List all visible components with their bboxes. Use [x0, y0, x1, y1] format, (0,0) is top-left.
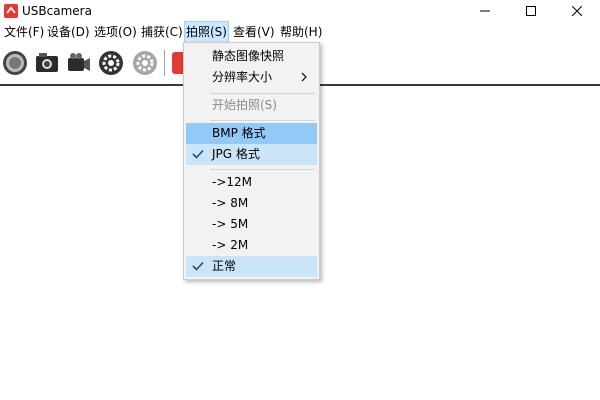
- menu-item-label: JPG 格式: [212, 147, 260, 161]
- menu-item-label: -> 8M: [212, 196, 249, 210]
- menu-item-bmp-format[interactable]: BMP 格式: [186, 123, 317, 144]
- menu-options[interactable]: 选项(O): [94, 22, 137, 42]
- menu-item-label: 分辨率大小: [212, 70, 273, 84]
- maximize-button[interactable]: [508, 0, 554, 22]
- minimize-button[interactable]: [462, 0, 508, 22]
- menu-item-2m[interactable]: -> 2M: [186, 235, 317, 256]
- usbcamera-app-icon: [4, 4, 18, 18]
- menu-item-resolution-size[interactable]: 分辨率大小: [186, 67, 317, 88]
- menu-item-start-snapshot: 开始拍照(S): [186, 95, 317, 116]
- menu-help[interactable]: 帮助(H): [280, 22, 322, 42]
- menu-item-label: 开始拍照(S): [212, 98, 277, 112]
- record-button-icon[interactable]: [2, 50, 28, 76]
- submenu-chevron-right-icon: [301, 72, 307, 82]
- menu-snapshot[interactable]: 拍照(S): [184, 21, 229, 43]
- menu-item-label: BMP 格式: [212, 126, 266, 140]
- settings-gear-icon[interactable]: [98, 50, 124, 76]
- menu-item-label: -> 2M: [212, 238, 249, 252]
- checkmark-icon: [192, 261, 204, 271]
- menu-item-still-image-snapshot[interactable]: 静态图像快照: [186, 46, 317, 67]
- menu-separator: [210, 169, 315, 170]
- close-button[interactable]: [554, 0, 600, 22]
- menu-separator: [210, 120, 315, 121]
- menu-item-label: 静态图像快照: [212, 49, 285, 63]
- minimize-icon: [480, 10, 490, 12]
- menu-item-label: 正常: [212, 259, 237, 273]
- menu-file[interactable]: 文件(F): [4, 22, 44, 42]
- menu-bar: 文件(F) 设备(D) 选项(O) 捕获(C) 拍照(S) 查看(V) 帮助(H…: [0, 21, 600, 43]
- maximize-icon: [526, 6, 536, 16]
- settings-gear-disabled-icon: [133, 51, 157, 75]
- menu-capture[interactable]: 捕获(C): [141, 22, 183, 42]
- menu-item-normal[interactable]: 正常: [186, 256, 317, 277]
- menu-view[interactable]: 查看(V): [233, 22, 275, 42]
- video-camera-icon[interactable]: [66, 50, 92, 76]
- menu-device[interactable]: 设备(D): [47, 22, 90, 42]
- menu-item-12m[interactable]: ->12M: [186, 172, 317, 193]
- menu-item-8m[interactable]: -> 8M: [186, 193, 317, 214]
- snapshot-dropdown-menu: 静态图像快照 分辨率大小 开始拍照(S) BMP 格式 JPG 格式 ->12M…: [183, 42, 320, 280]
- title-bar: USBcamera: [0, 0, 600, 22]
- menu-item-jpg-format[interactable]: JPG 格式: [186, 144, 317, 165]
- window-title: USBcamera: [22, 4, 92, 18]
- menu-item-label: ->12M: [212, 175, 253, 189]
- menu-separator: [210, 93, 315, 94]
- camera-snapshot-icon[interactable]: [34, 50, 60, 76]
- close-icon: [572, 6, 582, 16]
- menu-item-label: -> 5M: [212, 217, 249, 231]
- menu-item-5m[interactable]: -> 5M: [186, 214, 317, 235]
- checkmark-icon: [192, 149, 204, 159]
- toolbar-separator: [164, 50, 165, 76]
